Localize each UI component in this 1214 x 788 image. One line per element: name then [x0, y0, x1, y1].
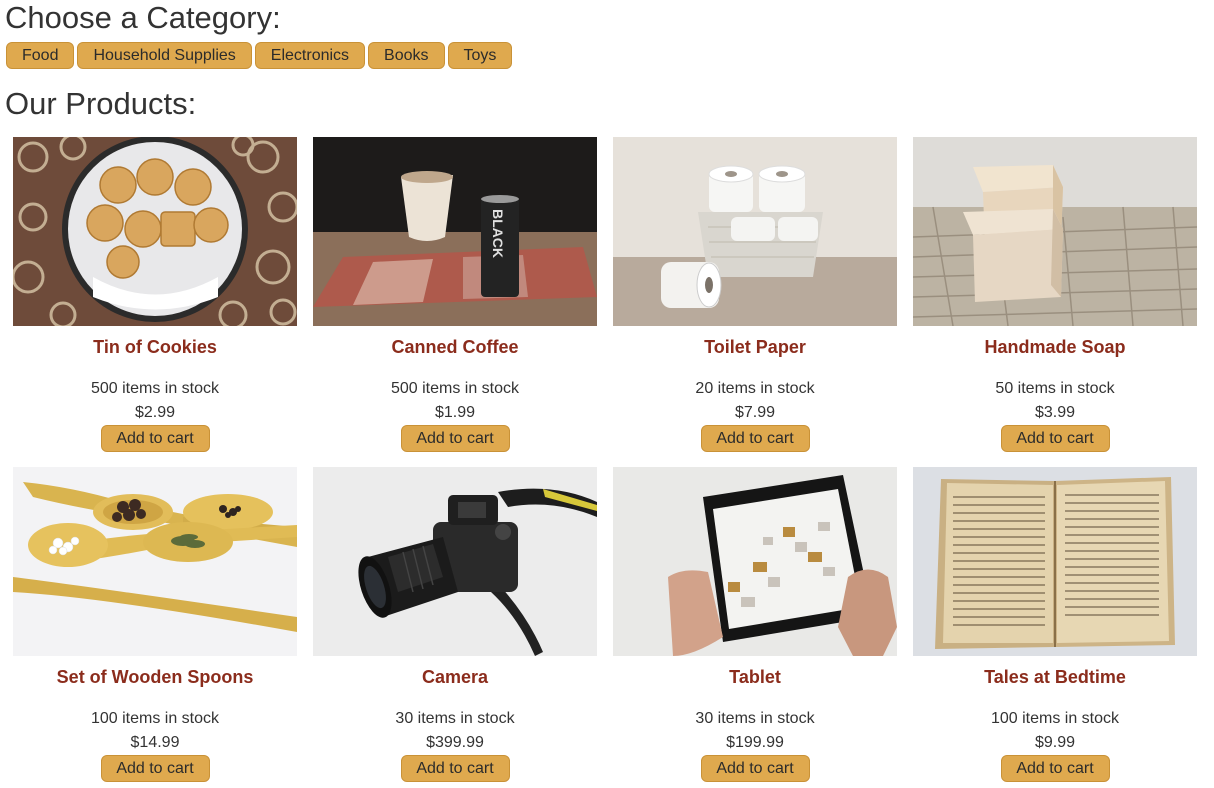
- product-name[interactable]: Canned Coffee: [313, 337, 597, 357]
- product-stock: 500 items in stock: [90, 380, 220, 397]
- product-stock: 100 items in stock: [90, 710, 220, 727]
- product-card: Toilet Paper 20 items in stock $7.99 Add…: [613, 137, 897, 452]
- product-card: BLACK Canned Coffee 500 items in stock $…: [313, 137, 597, 452]
- product-name[interactable]: Tin of Cookies: [13, 337, 297, 357]
- add-to-cart-button[interactable]: Add to cart: [400, 425, 510, 452]
- product-name[interactable]: Handmade Soap: [913, 337, 1197, 357]
- cookie-tin-photo[interactable]: [13, 137, 297, 326]
- product-price: $9.99: [1034, 734, 1076, 751]
- product-price: $2.99: [134, 404, 176, 421]
- add-to-cart-button[interactable]: Add to cart: [100, 425, 210, 452]
- product-price: $1.99: [434, 404, 476, 421]
- product-price: $3.99: [1034, 404, 1076, 421]
- products-heading: Our Products:: [5, 86, 197, 121]
- product-stock: 20 items in stock: [695, 380, 815, 397]
- can-label-text: BLACK: [490, 209, 506, 258]
- product-card: Camera 30 items in stock $399.99 Add to …: [313, 467, 597, 782]
- product-price: $199.99: [726, 734, 784, 751]
- product-stock: 500 items in stock: [390, 380, 520, 397]
- category-toys-button[interactable]: Toys: [447, 42, 513, 69]
- product-name[interactable]: Set of Wooden Spoons: [13, 667, 297, 687]
- category-heading: Choose a Category:: [5, 0, 281, 35]
- product-card: Tablet 30 items in stock $199.99 Add to …: [613, 467, 897, 782]
- category-bar: Food Household Supplies Electronics Book…: [6, 42, 513, 69]
- product-price: $7.99: [734, 404, 776, 421]
- product-name[interactable]: Toilet Paper: [613, 337, 897, 357]
- product-name[interactable]: Tablet: [613, 667, 897, 687]
- wooden-spoons-photo[interactable]: [13, 467, 297, 656]
- coffee-can-photo[interactable]: BLACK: [313, 137, 597, 326]
- add-to-cart-button[interactable]: Add to cart: [700, 755, 810, 782]
- product-name[interactable]: Camera: [313, 667, 597, 687]
- product-stock: 50 items in stock: [995, 380, 1115, 397]
- product-card: Tin of Cookies 500 items in stock $2.99 …: [13, 137, 297, 452]
- product-stock: 30 items in stock: [695, 710, 815, 727]
- product-card: Tales at Bedtime 100 items in stock $9.9…: [913, 467, 1197, 782]
- product-price: $399.99: [426, 734, 484, 751]
- category-books-button[interactable]: Books: [368, 42, 445, 69]
- product-card: Handmade Soap 50 items in stock $3.99 Ad…: [913, 137, 1197, 452]
- category-electronics-button[interactable]: Electronics: [254, 42, 366, 69]
- category-household-supplies-button[interactable]: Household Supplies: [77, 42, 252, 69]
- product-stock: 30 items in stock: [395, 710, 515, 727]
- add-to-cart-button[interactable]: Add to cart: [1000, 755, 1110, 782]
- add-to-cart-button[interactable]: Add to cart: [400, 755, 510, 782]
- product-stock: 100 items in stock: [990, 710, 1120, 727]
- add-to-cart-button[interactable]: Add to cart: [1000, 425, 1110, 452]
- product-card: Set of Wooden Spoons 100 items in stock …: [13, 467, 297, 782]
- soap-photo[interactable]: [913, 137, 1197, 326]
- add-to-cart-button[interactable]: Add to cart: [100, 755, 210, 782]
- tablet-photo[interactable]: [613, 467, 897, 656]
- open-book-photo[interactable]: [913, 467, 1197, 656]
- camera-photo[interactable]: [313, 467, 597, 656]
- category-food-button[interactable]: Food: [6, 42, 75, 69]
- product-name[interactable]: Tales at Bedtime: [913, 667, 1197, 687]
- add-to-cart-button[interactable]: Add to cart: [700, 425, 810, 452]
- product-price: $14.99: [130, 734, 180, 751]
- toilet-paper-photo[interactable]: [613, 137, 897, 326]
